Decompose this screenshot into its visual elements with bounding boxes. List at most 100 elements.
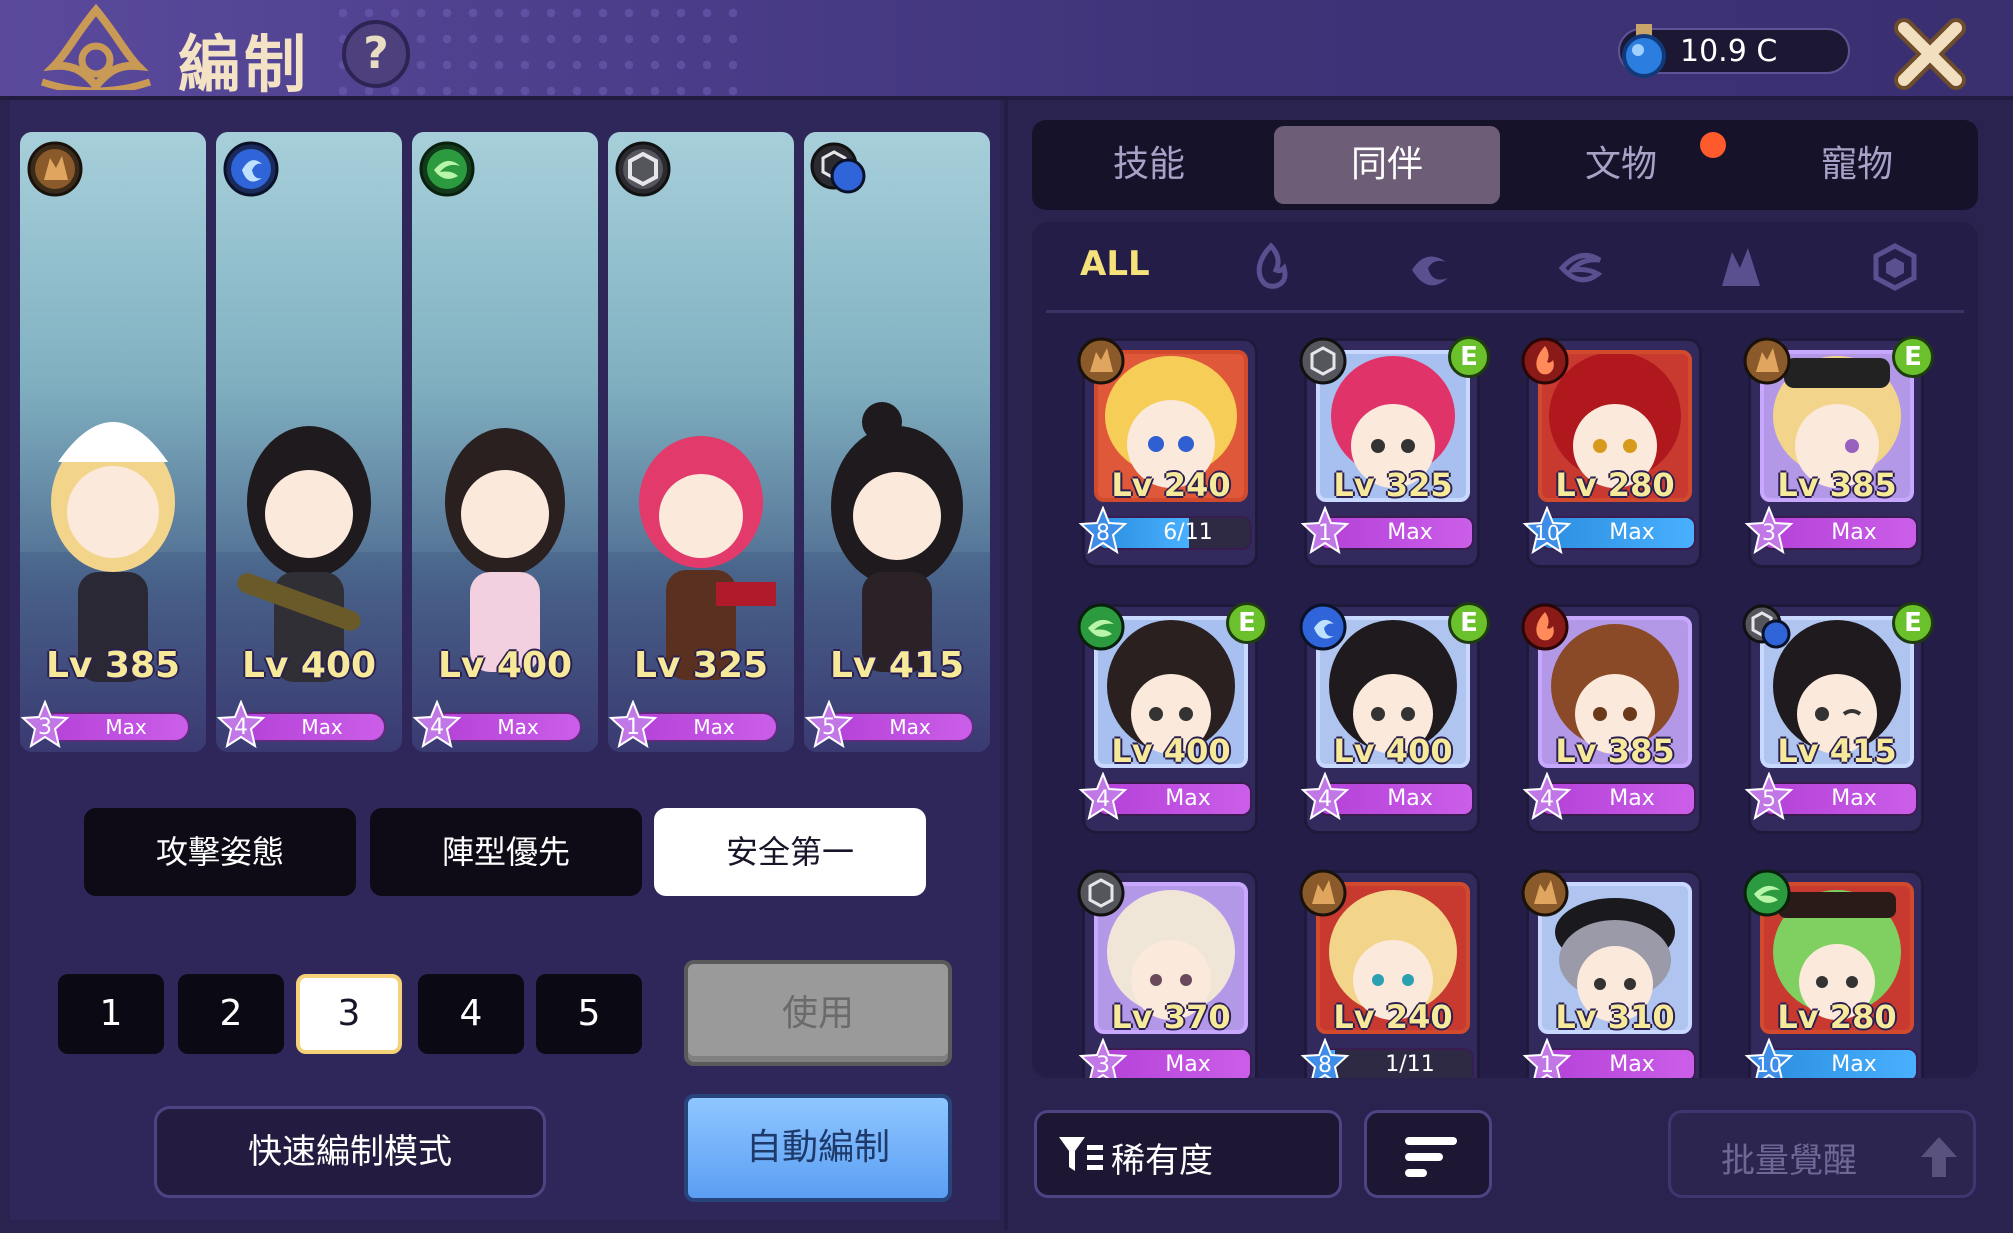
companion-slot[interactable]: Lv 400 E Max 4 bbox=[1076, 602, 1268, 836]
e-badge: E bbox=[1892, 336, 1934, 378]
fire-element-icon bbox=[1521, 337, 1569, 385]
neutral-element-icon bbox=[615, 141, 671, 197]
star-rank-icon: 4 bbox=[1078, 772, 1128, 821]
rarity-sort-button[interactable]: 稀有度 bbox=[1034, 1110, 1342, 1198]
e-badge: E bbox=[1448, 602, 1490, 644]
svg-text:10: 10 bbox=[1756, 1053, 1781, 1077]
preset-1-button[interactable]: 1 bbox=[58, 974, 164, 1054]
help-button[interactable]: ? bbox=[342, 20, 410, 88]
svg-text:3: 3 bbox=[1096, 1053, 1110, 1078]
arrow-up-icon bbox=[1921, 1137, 1957, 1177]
star-rank-icon: 1 bbox=[1300, 506, 1350, 555]
page-title: 編制 bbox=[178, 28, 311, 101]
star-rank-icon: 10 bbox=[1744, 1038, 1794, 1078]
wind-element-icon bbox=[1743, 869, 1791, 917]
svg-text:8: 8 bbox=[1318, 1053, 1332, 1078]
water-filter-icon[interactable] bbox=[1404, 242, 1454, 292]
category-tabs: 技能 同伴 文物 寵物 bbox=[1032, 120, 1978, 210]
star-rank-icon: 4 bbox=[1522, 772, 1572, 821]
companion-slot[interactable]: Lv 385 E Max 3 bbox=[1742, 336, 1934, 570]
card-level: Lv 385 bbox=[45, 645, 181, 686]
sort-icon bbox=[1405, 1137, 1457, 1177]
wind-element-icon bbox=[419, 141, 475, 197]
fire-filter-icon[interactable] bbox=[1246, 242, 1296, 292]
companion-slot[interactable]: Lv 325 E Max 1 bbox=[1298, 336, 1490, 570]
e-badge: E bbox=[1892, 602, 1934, 644]
team-card[interactable]: Lv 400 Max 4 bbox=[216, 132, 402, 752]
filter-all-button[interactable]: ALL bbox=[1080, 244, 1150, 284]
element-filter-row: ALL bbox=[1032, 222, 1978, 310]
star-rank-icon: 4 bbox=[1300, 772, 1350, 821]
star-rank-icon: 4 bbox=[412, 700, 462, 749]
neutral-water-element-icon bbox=[1742, 604, 1791, 649]
svg-text:1: 1 bbox=[1540, 1053, 1554, 1078]
svg-text:10: 10 bbox=[1534, 521, 1559, 545]
tab-pets[interactable]: 寵物 bbox=[1744, 126, 1970, 204]
earth-element-icon bbox=[1743, 337, 1791, 385]
companion-slot[interactable]: Lv 280 Max 10 bbox=[1520, 337, 1706, 570]
stance-attack-button[interactable]: 攻擊姿態 bbox=[84, 808, 356, 896]
star-rank-icon: 1 bbox=[1522, 1038, 1572, 1078]
currency-value: 10.9 C bbox=[1680, 34, 1778, 69]
card-level: Lv 325 bbox=[633, 645, 769, 686]
team-card[interactable]: Lv 325 Max 1 bbox=[608, 132, 794, 752]
stance-formation-button[interactable]: 陣型優先 bbox=[370, 808, 642, 896]
svg-text:5: 5 bbox=[1762, 787, 1776, 812]
star-rank-icon: 4 bbox=[216, 700, 266, 749]
svg-text:1: 1 bbox=[626, 715, 640, 740]
slot-level: Lv 370 bbox=[1111, 998, 1231, 1036]
svg-text:3: 3 bbox=[38, 715, 52, 740]
companion-slot[interactable]: Lv 400 E Max 4 bbox=[1298, 602, 1490, 836]
companion-roster: ALL Lv 240 6/11 8 Lv 325 E Max 1 Lv 280 bbox=[1032, 222, 1978, 1078]
svg-text:3: 3 bbox=[1762, 521, 1776, 546]
star-rank-icon: 8 bbox=[1078, 506, 1128, 555]
slot-level: Lv 280 bbox=[1555, 466, 1675, 504]
use-button[interactable]: 使用 bbox=[684, 960, 952, 1066]
companion-slot[interactable]: Lv 240 1/11 8 bbox=[1298, 869, 1484, 1078]
quick-formation-mode-button[interactable]: 快速編制模式 bbox=[154, 1106, 546, 1198]
stance-safety-button[interactable]: 安全第一 bbox=[654, 808, 926, 896]
earth-element-icon bbox=[27, 141, 83, 197]
team-card[interactable]: Lv 415 Max 5 bbox=[804, 132, 990, 752]
earth-element-icon bbox=[1077, 337, 1125, 385]
star-rank-icon: 3 bbox=[1078, 1038, 1128, 1078]
water-element-icon bbox=[223, 141, 279, 197]
notification-dot bbox=[1700, 132, 1726, 158]
batch-awaken-button[interactable]: 批量覺醒 bbox=[1668, 1110, 1976, 1198]
slot-level: Lv 240 bbox=[1111, 466, 1231, 504]
team-card[interactable]: Lv 385 Max 3 bbox=[20, 132, 206, 752]
potion-icon bbox=[1622, 24, 1666, 78]
svg-text:4: 4 bbox=[234, 715, 248, 740]
companion-slot[interactable]: Lv 280 Max 10 bbox=[1742, 869, 1928, 1078]
slot-level: Lv 280 bbox=[1777, 998, 1897, 1036]
auto-formation-button[interactable]: 自動編制 bbox=[684, 1094, 952, 1202]
tab-companions[interactable]: 同伴 bbox=[1274, 126, 1500, 204]
neutral-filter-icon[interactable] bbox=[1870, 242, 1920, 292]
star-rank-icon: 1 bbox=[608, 700, 658, 749]
svg-text:8: 8 bbox=[1096, 521, 1110, 546]
slot-level: Lv 400 bbox=[1333, 732, 1453, 770]
companion-slot[interactable]: Lv 385 Max 4 bbox=[1520, 603, 1706, 836]
batch-awaken-label: 批量覺醒 bbox=[1721, 1141, 1857, 1181]
companion-slot[interactable]: Lv 240 6/11 8 bbox=[1076, 337, 1262, 570]
star-rank-icon: 10 bbox=[1522, 506, 1572, 555]
tab-skills[interactable]: 技能 bbox=[1036, 126, 1262, 204]
wind-filter-icon[interactable] bbox=[1556, 242, 1606, 292]
preset-5-button[interactable]: 5 bbox=[536, 974, 642, 1054]
companion-slot[interactable]: Lv 370 Max 3 bbox=[1076, 869, 1262, 1078]
star-rank-icon: 5 bbox=[804, 700, 854, 749]
svg-text:4: 4 bbox=[1096, 787, 1110, 812]
slot-level: Lv 415 bbox=[1777, 732, 1897, 770]
preset-4-button[interactable]: 4 bbox=[418, 974, 524, 1054]
sort-order-button[interactable] bbox=[1364, 1110, 1492, 1198]
preset-3-button[interactable]: 3 bbox=[296, 974, 402, 1054]
close-icon[interactable] bbox=[1890, 14, 1970, 94]
team-card[interactable]: Lv 400 Max 4 bbox=[412, 132, 598, 752]
earth-filter-icon[interactable] bbox=[1716, 242, 1766, 292]
tab-artifacts[interactable]: 文物 bbox=[1508, 126, 1734, 204]
preset-2-button[interactable]: 2 bbox=[178, 974, 284, 1054]
filter-icon bbox=[1059, 1137, 1103, 1171]
companion-slot[interactable]: Lv 310 Max 1 bbox=[1520, 869, 1706, 1078]
svg-text:5: 5 bbox=[822, 715, 836, 740]
companion-slot[interactable]: Lv 415 E Max 5 bbox=[1742, 602, 1934, 836]
